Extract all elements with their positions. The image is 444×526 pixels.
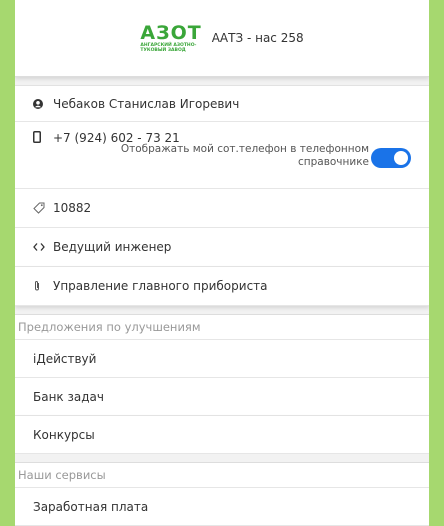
phone-icon xyxy=(33,131,53,143)
profile-position-row: Ведущий инженер xyxy=(15,228,429,267)
profile-name-row: Чебаков Станислав Игоревич xyxy=(15,86,429,122)
paperclip-icon xyxy=(33,280,53,292)
logo-sub-text: АНГАРСКИЙ АЗОТНО-ТУКОВЫЙ ЗАВОД xyxy=(140,43,197,53)
company-logo: АЗОТ АНГАРСКИЙ АЗОТНО-ТУКОВЫЙ ЗАВОД xyxy=(140,23,201,53)
profile-phone-row: +7 (924) 602 - 73 21 Отображать мой сот.… xyxy=(15,122,429,189)
improvements-section-title: Предложения по улучшениям xyxy=(15,314,429,340)
profile-position: Ведущий инженер xyxy=(53,240,172,254)
profile-panel: АЗОТ АНГАРСКИЙ АЗОТНО-ТУКОВЫЙ ЗАВОД AАТЗ… xyxy=(15,0,429,526)
toggle-knob xyxy=(394,151,408,165)
profile-department-row: Управление главного прибориста xyxy=(15,267,429,306)
tag-icon xyxy=(33,202,53,214)
profile-tab-number: 10882 xyxy=(53,201,92,215)
improvements-item-idejstvuj[interactable]: iДействуй xyxy=(15,340,429,378)
header-title: AАТЗ - нас 258 xyxy=(211,31,304,45)
section-gap xyxy=(15,454,429,462)
profile-department: Управление главного прибориста xyxy=(53,279,268,293)
share-phone-toggle[interactable] xyxy=(371,148,411,168)
header-gap xyxy=(15,77,429,86)
share-phone-label: Отображать мой сот.телефон в телефонном … xyxy=(120,143,369,168)
code-icon xyxy=(33,242,53,252)
section-gap xyxy=(15,306,429,314)
improvements-item-contests[interactable]: Конкурсы xyxy=(15,416,429,454)
profile-tab-number-row: 10882 xyxy=(15,189,429,228)
services-section-title: Наши сервисы xyxy=(15,462,429,488)
profile-name: Чебаков Станислав Игоревич xyxy=(53,96,240,111)
app-header: АЗОТ АНГАРСКИЙ АЗОТНО-ТУКОВЫЙ ЗАВОД AАТЗ… xyxy=(15,0,429,77)
user-icon xyxy=(33,98,53,109)
services-item-salary[interactable]: Заработная плата xyxy=(15,488,429,526)
improvements-item-task-bank[interactable]: Банк задач xyxy=(15,378,429,416)
logo-main-text: АЗОТ xyxy=(140,22,202,44)
